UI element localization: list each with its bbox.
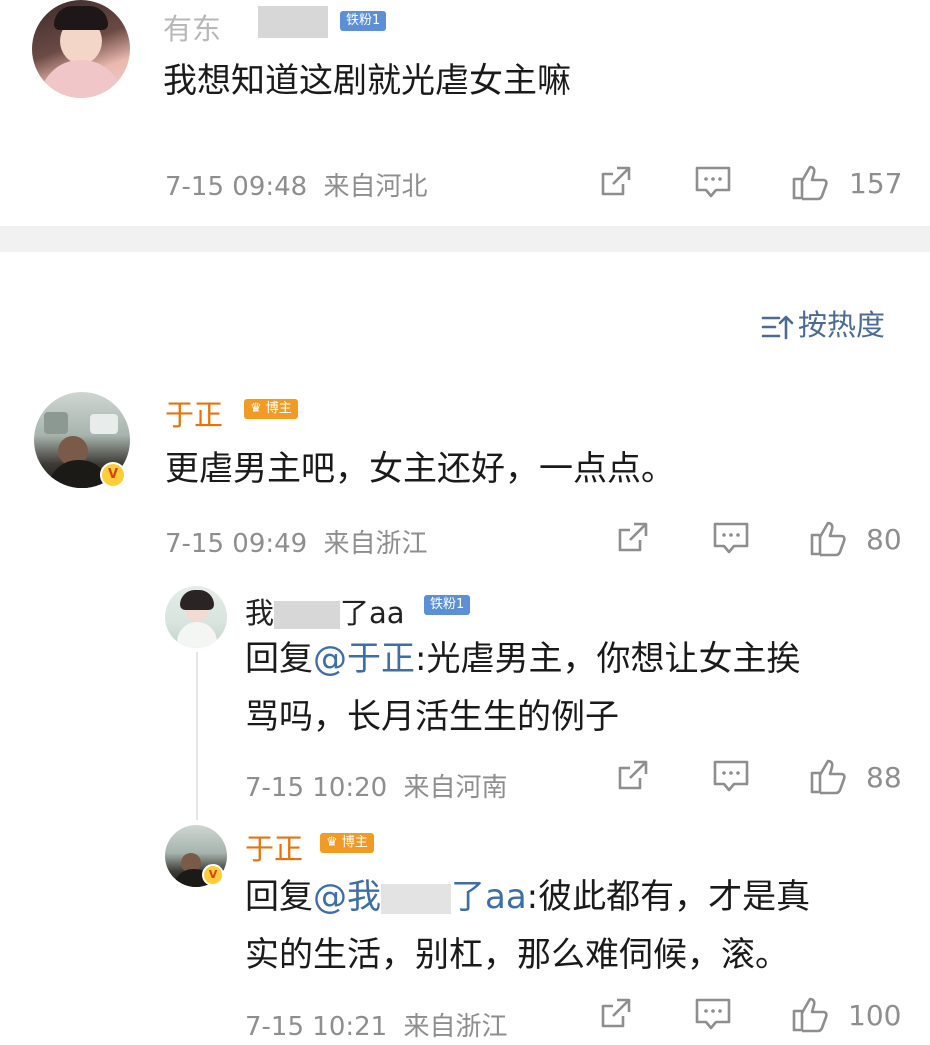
- verified-icon: V: [202, 864, 224, 886]
- blogger-badge-text: 博主: [265, 400, 292, 416]
- comment-icon[interactable]: [694, 164, 732, 200]
- comment-meta: 7-15 09:49 来自浙江: [165, 523, 427, 560]
- fan-badge-label: 铁粉1: [340, 10, 387, 31]
- reply-prefix: 回复: [245, 639, 313, 679]
- like-icon[interactable]: [790, 994, 830, 1034]
- redacted-name: [258, 6, 328, 38]
- comment-body: 更虐男主吧，女主还好，一点点。: [165, 449, 675, 489]
- mention-link[interactable]: @我 了aa: [313, 877, 527, 917]
- thread-line: [196, 652, 198, 820]
- sort-label: 按热度: [798, 308, 886, 342]
- location: 来自河南: [403, 773, 508, 803]
- username-part-a: 我: [245, 596, 275, 630]
- location: 来自河北: [323, 172, 428, 202]
- reply-line-2: 实的生活，别杠，那么难伺候，滚。: [245, 935, 789, 975]
- redacted-name: [381, 883, 451, 914]
- comment-icon[interactable]: [712, 758, 750, 794]
- comment-body: 我想知道这剧就光虐女主嘛: [163, 61, 571, 101]
- like-count: 88: [866, 761, 902, 794]
- username-text: 于正: [245, 832, 304, 866]
- comment-text: 更虐男主吧，女主还好，一点点。: [165, 440, 675, 498]
- redacted-name: [274, 601, 341, 629]
- fan-badge-label: 铁粉1: [424, 594, 471, 615]
- username-part-b: 了aa: [340, 596, 405, 630]
- blogger-badge: ♛ 博主: [320, 832, 374, 853]
- reply-line-2: 骂吗，长月活生生的例子: [245, 697, 619, 737]
- fan-badge: 铁粉1: [424, 594, 471, 615]
- reply-prefix: 回复: [245, 877, 313, 917]
- avatar[interactable]: [165, 586, 227, 648]
- username-text: 有东: [163, 12, 222, 46]
- username[interactable]: 我 了aa: [245, 590, 405, 632]
- timestamp: 7-15 10:20: [245, 773, 388, 803]
- share-icon[interactable]: [614, 520, 650, 556]
- share-icon[interactable]: [597, 164, 633, 200]
- reply-meta: 7-15 10:20 来自河南: [245, 767, 507, 804]
- avatar[interactable]: [32, 0, 130, 98]
- comment-icon[interactable]: [694, 996, 732, 1032]
- sort-button[interactable]: 按热度: [760, 302, 885, 344]
- reply-text: 回复@于正:光虐男主，你想让女主挨 骂吗，长月活生生的例子: [245, 630, 905, 746]
- username[interactable]: 于正: [165, 392, 223, 434]
- username[interactable]: 于正: [245, 826, 303, 868]
- fan-badge: 铁粉1: [340, 10, 387, 31]
- comment-icon[interactable]: [712, 520, 750, 556]
- blogger-badge-text: 博主: [341, 834, 368, 850]
- timestamp: 7-15 09:48: [165, 172, 308, 202]
- comment-text: 我想知道这剧就光虐女主嘛: [163, 52, 571, 110]
- like-count: 157: [849, 167, 903, 200]
- blogger-badge-label: ♛ 博主: [244, 398, 298, 419]
- crown-icon: ♛: [326, 834, 338, 850]
- like-count: 100: [848, 999, 902, 1032]
- location: 来自浙江: [403, 1012, 508, 1042]
- crown-icon: ♛: [250, 400, 262, 416]
- blogger-badge: ♛ 博主: [244, 398, 298, 419]
- timestamp: 7-15 09:49: [165, 529, 308, 559]
- like-icon[interactable]: [790, 162, 830, 202]
- like-icon[interactable]: [808, 756, 848, 796]
- mention-part-a: @我: [313, 877, 381, 917]
- section-divider: [0, 226, 930, 252]
- blogger-badge-label: ♛ 博主: [320, 832, 374, 853]
- mention-part-b: 了aa: [451, 877, 527, 917]
- verified-icon: V: [100, 462, 126, 488]
- share-icon[interactable]: [614, 758, 650, 794]
- username-text: 于正: [165, 398, 224, 432]
- location: 来自浙江: [323, 529, 428, 559]
- reply-line-1: :光虐男主，你想让女主挨: [415, 639, 801, 679]
- reply-line-1: :彼此都有，才是真: [526, 877, 811, 917]
- like-count: 80: [866, 523, 902, 556]
- like-icon[interactable]: [808, 518, 848, 558]
- share-icon[interactable]: [597, 996, 633, 1032]
- reply-meta: 7-15 10:21 来自浙江: [245, 1006, 507, 1043]
- username[interactable]: 有东: [163, 6, 221, 48]
- mention-link[interactable]: @于正: [313, 639, 415, 679]
- comment-meta: 7-15 09:48 来自河北: [165, 166, 427, 203]
- reply-text: 回复@我 了aa:彼此都有，才是真 实的生活，别杠，那么难伺候，滚。: [245, 868, 905, 984]
- sort-icon: [760, 312, 794, 342]
- timestamp: 7-15 10:21: [245, 1012, 388, 1042]
